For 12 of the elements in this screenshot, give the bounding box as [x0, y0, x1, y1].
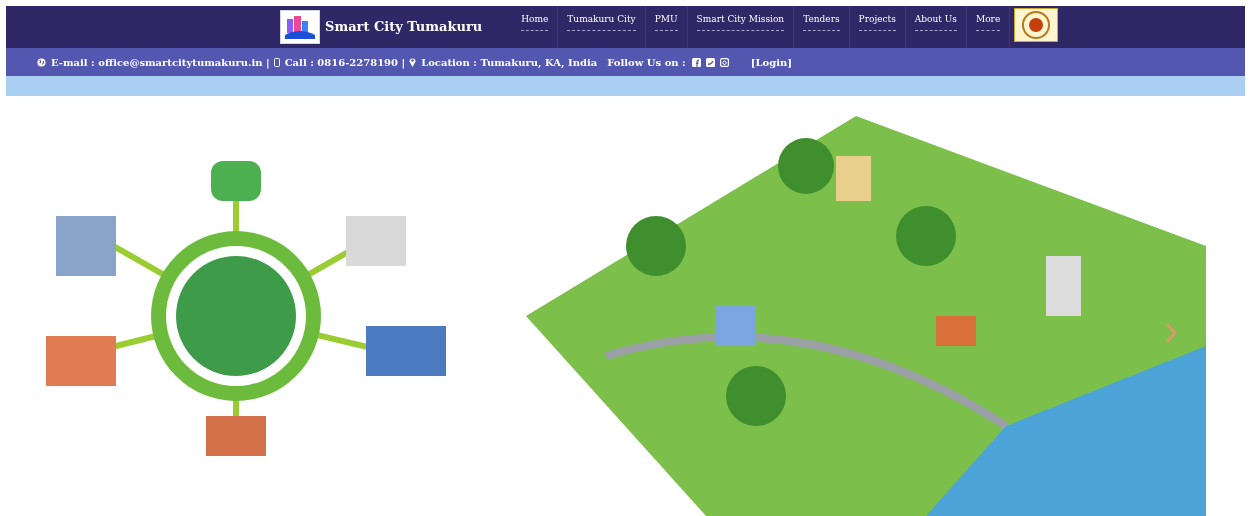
phone-text: Call : 0816-2278190 |	[284, 55, 406, 70]
email-text: E-mail : office@smartcitytumakuru.in |	[51, 55, 270, 70]
facebook-icon[interactable]	[691, 57, 701, 67]
site-title[interactable]: Smart City Tumakuru	[325, 17, 483, 37]
login-link[interactable]: [Login]	[750, 54, 792, 70]
follow-us-label: Follow Us on :	[607, 55, 686, 70]
location-pin-icon	[409, 57, 417, 67]
instagram-icon[interactable]	[719, 57, 729, 67]
location-text: Location : Tumakuru, KA, India	[421, 55, 598, 70]
mobile-phone-icon	[273, 57, 280, 67]
city-logo[interactable]	[280, 10, 320, 44]
state-emblem	[1014, 8, 1059, 42]
